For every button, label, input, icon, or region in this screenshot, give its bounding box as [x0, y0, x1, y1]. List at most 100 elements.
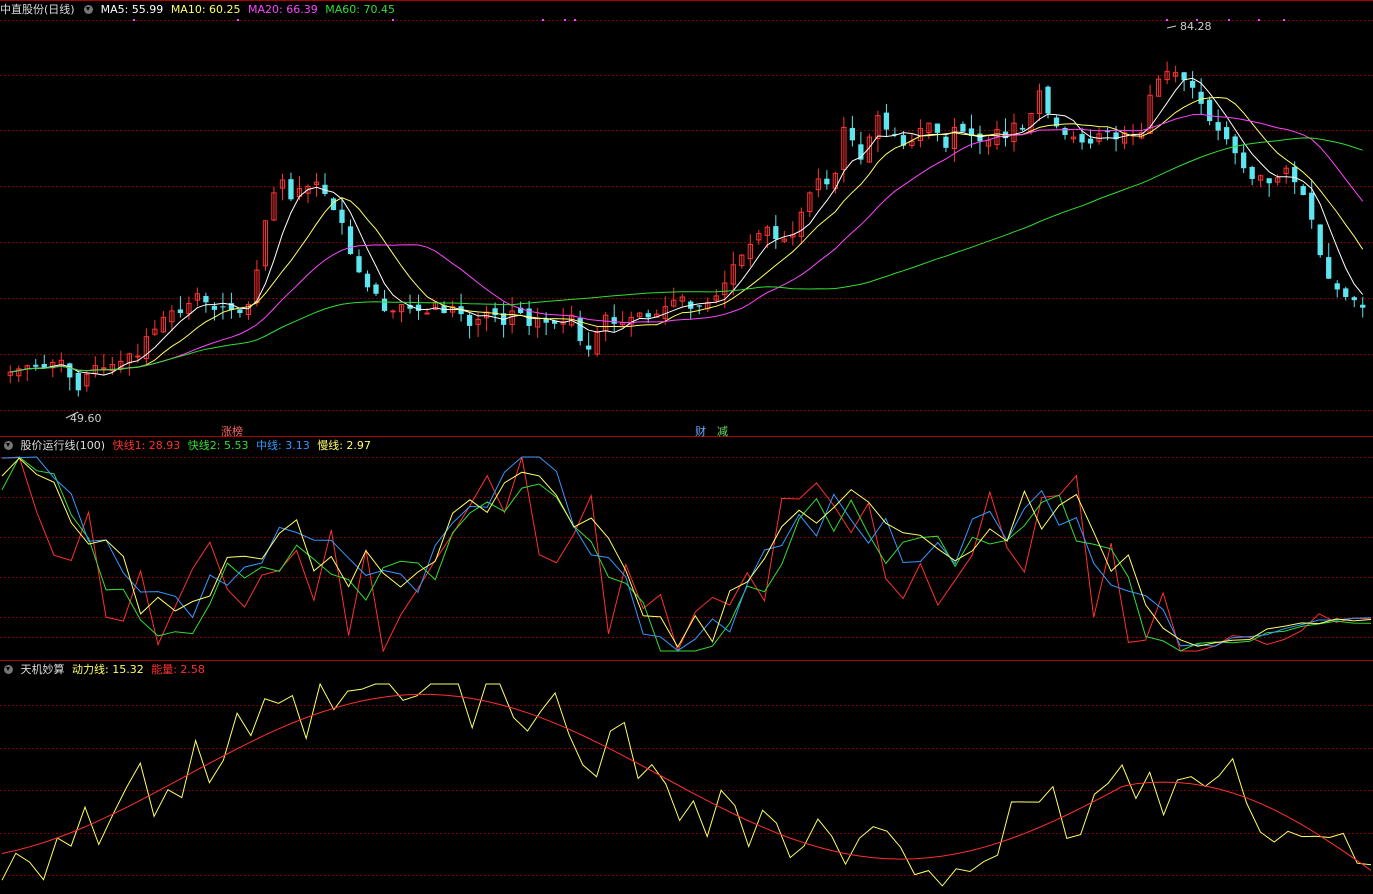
signal-dot — [1166, 19, 1168, 21]
candle-body — [1249, 166, 1255, 179]
candle-body — [1079, 134, 1085, 143]
ind1-line-3 — [1, 457, 1372, 649]
dropdown-circle-icon[interactable] — [4, 665, 13, 674]
ind1-fast1: 快线1: 28.93 — [112, 439, 181, 452]
dropdown-circle-icon[interactable] — [4, 441, 13, 450]
candle-body — [943, 136, 949, 148]
candle-body — [1241, 152, 1247, 169]
candle-body — [203, 296, 209, 303]
candle-body — [611, 317, 617, 324]
ind1-line-0 — [1, 456, 1372, 653]
ind1-header: 股价运行线(100) 快线1: 28.93 快线2: 5.53 中线: 3.13… — [0, 438, 375, 454]
stock-title: 中直股份(日线) — [0, 3, 75, 16]
candle-body — [586, 345, 592, 350]
ma60-label: MA60: 70.45 — [325, 3, 395, 16]
high-marker-line — [1166, 25, 1177, 29]
signal-dot — [237, 19, 239, 21]
signal-dot — [392, 19, 394, 21]
candle-body — [381, 298, 388, 311]
candle-body — [237, 309, 243, 314]
ind2-name: 天机妙算 — [20, 663, 65, 676]
ma5-line — [10, 77, 1364, 376]
candle-body — [1300, 186, 1306, 196]
ma5-label: MA5: 55.99 — [100, 3, 164, 16]
candle-body — [1215, 122, 1221, 131]
ma20-label: MA20: 66.39 — [248, 3, 318, 16]
candle-body — [773, 226, 779, 240]
candle-body — [1045, 86, 1051, 114]
signal-dot — [133, 19, 135, 21]
candle-body — [415, 304, 422, 311]
candle-body — [1351, 297, 1357, 301]
candle-body — [883, 112, 890, 130]
candle-body — [356, 256, 362, 273]
candle-body — [373, 284, 379, 294]
candle-body — [1189, 80, 1196, 88]
event-marker[interactable]: 涨榜 — [221, 423, 243, 439]
candle-body — [135, 355, 141, 358]
ind1-name: 股价运行线(100) — [20, 439, 106, 452]
ind2-energy-line — [1, 693, 1372, 871]
indicator1-panel — [1, 456, 1372, 653]
candle-body — [977, 133, 983, 142]
dropdown-circle-icon[interactable] — [84, 5, 94, 14]
ind2-energy: 能量: 2.58 — [151, 663, 205, 676]
candle-body — [75, 372, 81, 391]
candle-body — [824, 178, 830, 185]
ind1-slow: 慢线: 2.97 — [317, 439, 371, 452]
candle-body — [1326, 257, 1332, 279]
candle-body — [960, 123, 966, 132]
candle-body — [696, 305, 702, 307]
high-price-label: 84.28 — [1180, 20, 1212, 33]
candle-body — [390, 310, 396, 313]
ind1-fast2: 快线2: 5.53 — [187, 439, 249, 452]
candle-body — [1343, 288, 1349, 297]
signal-dot — [1283, 19, 1285, 21]
ind2-power-line — [1, 682, 1372, 887]
candle-body — [347, 226, 354, 255]
candle-body — [364, 273, 371, 288]
signal-dot — [574, 19, 576, 21]
ma20-line — [10, 113, 1364, 373]
indicator2-panel — [1, 682, 1372, 887]
candle-body — [41, 364, 47, 368]
candle-body — [339, 209, 345, 223]
signal-dot — [542, 19, 544, 21]
ind2-power: 动力线: 15.32 — [72, 663, 144, 676]
ma10-line — [10, 96, 1364, 373]
candle-body — [1317, 224, 1323, 256]
low-price-label: 49.60 — [70, 412, 102, 425]
candle-body — [1198, 91, 1204, 104]
candle-body — [1232, 136, 1238, 154]
candle-body — [1019, 127, 1026, 130]
candle-body — [1266, 178, 1272, 184]
candle-body — [645, 313, 651, 318]
main-header: 中直股份(日线) MA5: 55.99 MA10: 60.25 MA20: 66… — [0, 2, 399, 18]
candle-body — [220, 306, 226, 308]
candle-body — [1360, 304, 1366, 308]
candle-body — [466, 314, 473, 326]
ma60-line — [10, 137, 1363, 373]
candle-body — [1087, 138, 1094, 144]
candle-body — [1309, 192, 1315, 220]
chart-window: { "main": { "title": "中直股份(日线)", "ma": [… — [0, 0, 1373, 894]
candle-body — [1062, 128, 1068, 135]
candle-body — [288, 179, 294, 200]
signal-dot — [1228, 19, 1230, 21]
candle-body — [33, 364, 39, 367]
ma10-label: MA10: 60.25 — [170, 3, 241, 16]
candle-body — [1104, 131, 1111, 133]
candle-body — [67, 363, 73, 378]
event-marker[interactable]: 减 — [717, 423, 728, 439]
candle-body — [492, 308, 498, 316]
ind1-mid: 中线: 3.13 — [256, 439, 310, 452]
candle-body — [1206, 99, 1213, 122]
price-panel — [7, 19, 1366, 419]
ind1-line-1 — [1, 456, 1372, 652]
signal-dot — [564, 19, 566, 21]
event-marker[interactable]: 财 — [695, 423, 706, 439]
candle-body — [211, 305, 218, 310]
candle-body — [934, 123, 941, 133]
candle-body — [1334, 283, 1340, 290]
candle-body — [1224, 127, 1230, 140]
